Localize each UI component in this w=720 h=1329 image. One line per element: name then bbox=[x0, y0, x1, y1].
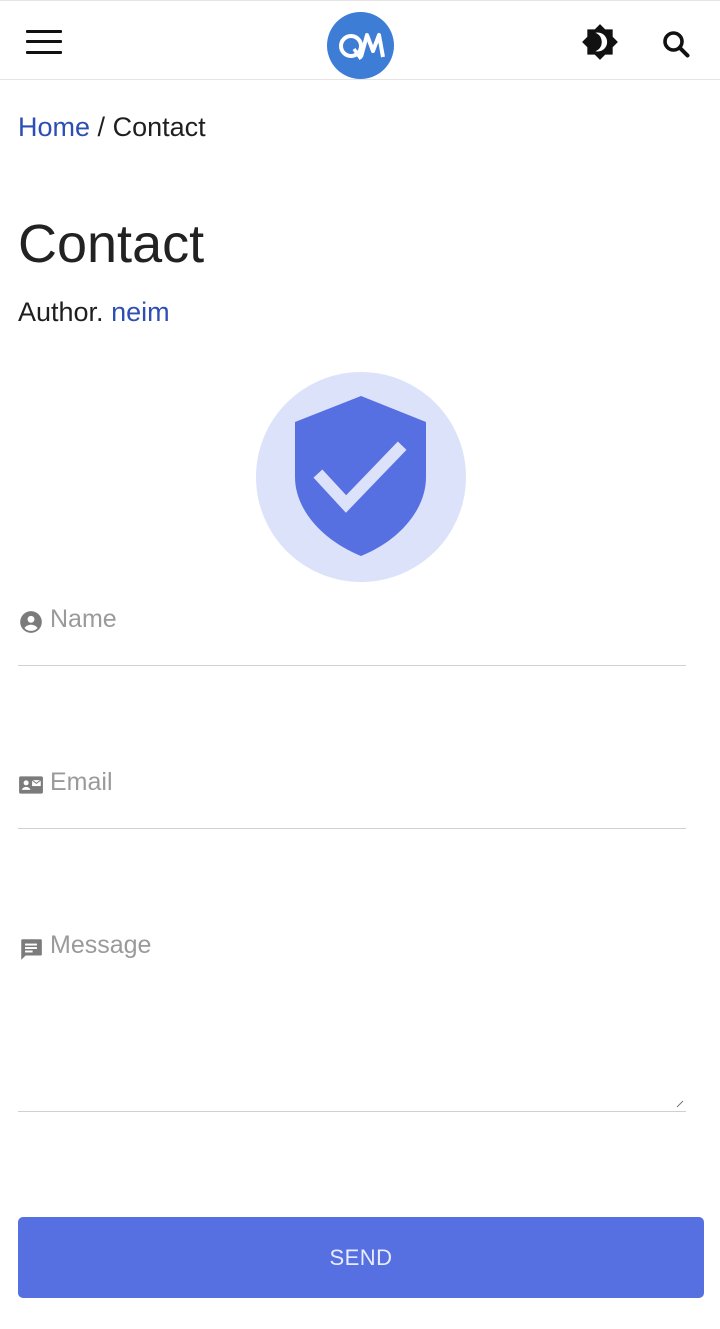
brightness-toggle-icon[interactable] bbox=[581, 23, 619, 61]
breadcrumb-home-link[interactable]: Home bbox=[18, 112, 90, 142]
site-logo-icon bbox=[338, 32, 385, 60]
message-field bbox=[18, 929, 686, 1112]
author-line: Author. neim bbox=[18, 295, 170, 329]
breadcrumb-current: Contact bbox=[112, 112, 206, 142]
name-field bbox=[18, 603, 686, 666]
search-icon[interactable] bbox=[661, 29, 691, 59]
shield-check-icon bbox=[295, 396, 426, 556]
site-logo[interactable] bbox=[327, 12, 394, 79]
account-circle-icon bbox=[20, 611, 42, 633]
hero-illustration bbox=[256, 372, 466, 582]
page-title: Contact bbox=[18, 214, 205, 274]
name-input[interactable] bbox=[50, 603, 670, 635]
send-button[interactable]: SEND bbox=[18, 1217, 704, 1298]
breadcrumb: Home / Contact bbox=[18, 110, 206, 144]
breadcrumb-separator: / bbox=[97, 112, 106, 142]
hamburger-menu-icon[interactable] bbox=[26, 28, 62, 56]
resize-handle-icon[interactable] bbox=[676, 1100, 684, 1108]
message-input[interactable] bbox=[50, 929, 670, 963]
email-field bbox=[18, 766, 686, 829]
message-icon bbox=[21, 939, 42, 960]
author-link[interactable]: neim bbox=[111, 297, 170, 327]
top-bar bbox=[0, 0, 720, 80]
contact-mail-icon bbox=[19, 776, 43, 794]
author-prefix: Author. bbox=[18, 297, 104, 327]
email-input[interactable] bbox=[50, 766, 670, 798]
